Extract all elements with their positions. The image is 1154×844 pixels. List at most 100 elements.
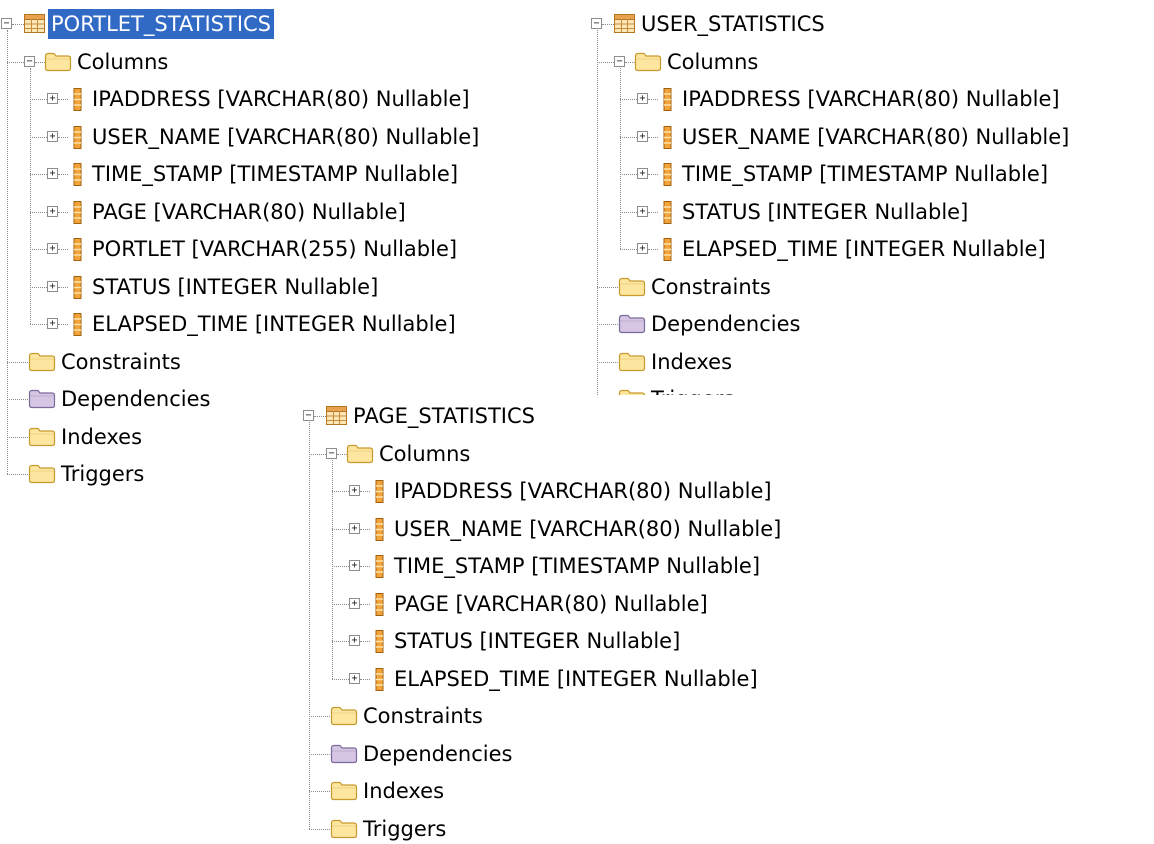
column-item[interactable]: IPADDRESS [VARCHAR(80) Nullable] — [391, 476, 775, 506]
tree-connector-horizontal — [30, 136, 47, 138]
column-expand-button[interactable]: + — [47, 243, 58, 254]
table-name-page[interactable]: PAGE_STATISTICS — [350, 401, 538, 431]
tree-connector-horizontal — [648, 211, 658, 213]
column-icon — [375, 517, 384, 546]
tree-connector-horizontal — [648, 249, 658, 250]
tree-connector-horizontal — [332, 491, 349, 492]
column-expand-button[interactable]: + — [349, 672, 360, 684]
tree-connector-horizontal — [360, 641, 370, 642]
folder-constraints[interactable]: Constraints — [648, 272, 774, 302]
column-item[interactable]: TIME_STAMP [TIMESTAMP Nullable] — [391, 551, 763, 581]
folder-triggers[interactable]: Triggers — [360, 814, 449, 844]
column-expand-button[interactable]: + — [47, 280, 58, 292]
columns-collapse-button[interactable]: − — [326, 447, 337, 459]
columns-folder-label[interactable]: Columns — [376, 439, 473, 469]
column-item[interactable]: PORTLET [VARCHAR(255) Nullable] — [89, 234, 460, 264]
tree-connector-horizontal — [7, 61, 24, 63]
folder-dependencies[interactable]: Dependencies — [58, 384, 213, 414]
column-item[interactable]: USER_NAME [VARCHAR(80) Nullable] — [391, 514, 784, 544]
column-expand-button[interactable]: + — [47, 205, 58, 217]
tree-connector-horizontal — [58, 99, 68, 100]
column-expand-button[interactable]: + — [47, 318, 58, 329]
tree-connector-horizontal — [332, 566, 349, 567]
folder-dependencies[interactable]: Dependencies — [360, 739, 515, 769]
column-item[interactable]: ELAPSED_TIME [INTEGER Nullable] — [89, 309, 459, 339]
tree-connector-horizontal — [30, 286, 47, 288]
tree-connector-horizontal — [620, 174, 637, 175]
tree-page-statistics: − PAGE_STATISTICS − Columns + IPADDRESS [VARC… — [296, 395, 876, 841]
columns-collapse-button[interactable]: − — [614, 55, 625, 67]
folder-indexes[interactable]: Indexes — [360, 776, 447, 806]
column-item[interactable]: TIME_STAMP [TIMESTAMP Nullable] — [679, 159, 1051, 189]
column-icon — [375, 630, 384, 658]
column-expand-button[interactable]: + — [349, 560, 360, 571]
tree-connector-horizontal — [332, 528, 349, 530]
tree-connector-horizontal — [58, 174, 68, 175]
tree-connector-horizontal — [648, 99, 658, 100]
column-item[interactable]: USER_NAME [VARCHAR(80) Nullable] — [89, 122, 482, 152]
column-item[interactable]: ELAPSED_TIME [INTEGER Nullable] — [679, 234, 1049, 264]
column-item[interactable]: ELAPSED_TIME [INTEGER Nullable] — [391, 664, 761, 694]
folder-constraints[interactable]: Constraints — [360, 701, 486, 731]
dependencies-folder-icon — [618, 313, 646, 339]
tree-connector-horizontal — [58, 324, 68, 325]
column-expand-button[interactable]: + — [349, 485, 360, 496]
columns-folder-label[interactable]: Columns — [664, 47, 761, 77]
folder-dependencies[interactable]: Dependencies — [648, 309, 803, 339]
tree-connector-vertical — [597, 30, 598, 399]
column-icon — [73, 313, 82, 341]
table-collapse-button[interactable]: − — [1, 18, 12, 29]
column-expand-button[interactable]: + — [349, 635, 360, 646]
column-item[interactable]: IPADDRESS [VARCHAR(80) Nullable] — [89, 84, 473, 114]
column-item[interactable]: USER_NAME [VARCHAR(80) Nullable] — [679, 122, 1072, 152]
folder-indexes[interactable]: Indexes — [648, 347, 735, 377]
tree-connector-vertical — [620, 67, 621, 249]
folder-icon — [618, 276, 646, 302]
table-collapse-button[interactable]: − — [303, 410, 314, 421]
table-collapse-button[interactable]: − — [591, 18, 602, 29]
tree-connector-horizontal — [309, 453, 326, 455]
column-expand-button[interactable]: + — [637, 130, 648, 142]
folder-triggers[interactable]: Triggers — [58, 459, 147, 489]
column-item[interactable]: STATUS [INTEGER Nullable] — [391, 626, 683, 656]
column-expand-button[interactable]: + — [349, 597, 360, 609]
column-item[interactable]: PAGE [VARCHAR(80) Nullable] — [391, 589, 711, 619]
column-item[interactable]: STATUS [INTEGER Nullable] — [89, 272, 381, 302]
column-item[interactable]: IPADDRESS [VARCHAR(80) Nullable] — [679, 84, 1063, 114]
tree-connector-horizontal — [602, 24, 614, 25]
column-icon — [663, 200, 672, 229]
tree-connector-horizontal — [360, 528, 370, 530]
column-expand-button[interactable]: + — [637, 168, 648, 179]
column-expand-button[interactable]: + — [47, 93, 58, 104]
column-icon — [663, 163, 672, 191]
column-icon — [375, 480, 384, 508]
tree-connector-horizontal — [360, 678, 370, 680]
tree-connector-horizontal — [597, 61, 614, 63]
table-icon — [24, 14, 45, 38]
folder-constraints[interactable]: Constraints — [58, 347, 184, 377]
column-expand-button[interactable]: + — [349, 522, 360, 534]
column-expand-button[interactable]: + — [47, 130, 58, 142]
folder-icon — [346, 443, 374, 469]
column-icon — [73, 238, 82, 266]
column-icon — [375, 667, 384, 696]
dependencies-folder-icon — [28, 388, 56, 414]
tree-connector-horizontal — [58, 286, 68, 288]
folder-indexes[interactable]: Indexes — [58, 422, 145, 452]
column-item[interactable]: TIME_STAMP [TIMESTAMP Nullable] — [89, 159, 461, 189]
column-item[interactable]: PAGE [VARCHAR(80) Nullable] — [89, 197, 409, 227]
column-expand-button[interactable]: + — [47, 168, 58, 179]
folder-icon — [330, 705, 358, 731]
column-expand-button[interactable]: + — [637, 243, 648, 254]
columns-collapse-button[interactable]: − — [24, 55, 35, 67]
column-expand-button[interactable]: + — [637, 93, 648, 104]
table-name-user[interactable]: USER_STATISTICS — [638, 9, 828, 39]
column-expand-button[interactable]: + — [637, 205, 648, 217]
folder-icon — [634, 51, 662, 77]
column-icon — [663, 238, 672, 266]
table-name-portlet[interactable]: PORTLET_STATISTICS — [48, 9, 275, 39]
column-icon — [375, 592, 384, 621]
tree-connector-horizontal — [58, 249, 68, 250]
column-item[interactable]: STATUS [INTEGER Nullable] — [679, 197, 971, 227]
columns-folder-label[interactable]: Columns — [74, 47, 171, 77]
